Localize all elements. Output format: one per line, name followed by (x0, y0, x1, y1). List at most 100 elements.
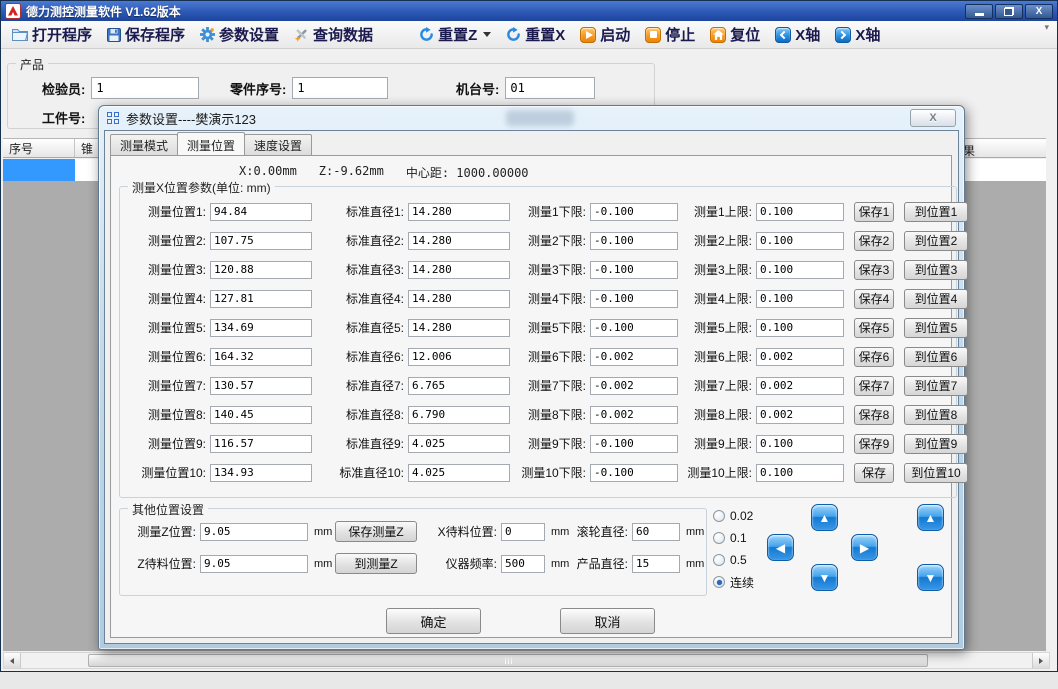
machine-no-input[interactable] (505, 77, 595, 99)
tab-measure-position[interactable]: 测量位置 (177, 132, 245, 155)
reset-x-button[interactable]: 重置X (503, 22, 568, 47)
goto-position-button[interactable]: 到位置6 (904, 347, 968, 367)
save-button[interactable]: 保存9 (854, 434, 894, 454)
measure-position-input[interactable] (210, 290, 312, 308)
jog-z-down-button[interactable]: ▼ (917, 564, 944, 591)
measure-position-input[interactable] (210, 319, 312, 337)
lower-limit-input[interactable] (590, 203, 678, 221)
upper-limit-input[interactable] (756, 319, 844, 337)
part-no-input[interactable] (292, 77, 388, 99)
measure-z-input[interactable] (200, 523, 308, 541)
dialog-close-button[interactable]: X (910, 109, 956, 127)
standard-diameter-input[interactable] (408, 435, 510, 453)
start-button[interactable]: 启动 (577, 22, 633, 47)
standard-diameter-input[interactable] (408, 261, 510, 279)
save-button[interactable]: 保存1 (854, 202, 894, 222)
lower-limit-input[interactable] (590, 464, 678, 482)
goto-position-button[interactable]: 到位置10 (904, 463, 968, 483)
save-button[interactable]: 保存2 (854, 231, 894, 251)
wait-x-input[interactable] (501, 523, 545, 541)
jog-right-button[interactable]: ▶ (851, 534, 878, 561)
standard-diameter-input[interactable] (408, 290, 510, 308)
goto-position-button[interactable]: 到位置7 (904, 376, 968, 396)
save-button[interactable]: 保存5 (854, 318, 894, 338)
lower-limit-input[interactable] (590, 319, 678, 337)
upper-limit-input[interactable] (756, 435, 844, 453)
goto-position-button[interactable]: 到位置8 (904, 405, 968, 425)
measure-position-input[interactable] (210, 261, 312, 279)
scroll-left-arrow[interactable] (4, 653, 21, 668)
lower-limit-input[interactable] (590, 232, 678, 250)
lower-limit-input[interactable] (590, 261, 678, 279)
measure-position-input[interactable] (210, 464, 312, 482)
inspector-input[interactable] (91, 77, 199, 99)
x-axis-right-button[interactable]: X轴 (832, 22, 883, 47)
jog-z-up-button[interactable]: ▲ (917, 504, 944, 531)
goto-position-button[interactable]: 到位置4 (904, 289, 968, 309)
dialog-titlebar[interactable]: 参数设置----樊演示123 X (99, 106, 964, 130)
scrollbar-thumb[interactable] (88, 654, 928, 667)
jog-up-button[interactable]: ▲ (811, 504, 838, 531)
save-measure-z-button[interactable]: 保存测量Z (335, 521, 417, 542)
lower-limit-input[interactable] (590, 435, 678, 453)
upper-limit-input[interactable] (756, 203, 844, 221)
measure-position-input[interactable] (210, 406, 312, 424)
jog-down-button[interactable]: ▼ (811, 564, 838, 591)
save-button[interactable]: 保存7 (854, 376, 894, 396)
standard-diameter-input[interactable] (408, 232, 510, 250)
goto-position-button[interactable]: 到位置3 (904, 260, 968, 280)
goto-measure-z-button[interactable]: 到测量Z (335, 553, 417, 574)
stop-button[interactable]: 停止 (642, 22, 698, 47)
save-button[interactable]: 保存 (854, 463, 894, 483)
measure-position-input[interactable] (210, 377, 312, 395)
radio-button-icon[interactable] (713, 510, 725, 522)
selected-cell[interactable] (3, 159, 75, 181)
save-button[interactable]: 保存8 (854, 405, 894, 425)
upper-limit-input[interactable] (756, 464, 844, 482)
upper-limit-input[interactable] (756, 261, 844, 279)
measure-position-input[interactable] (210, 203, 312, 221)
main-titlebar[interactable]: 德力测控测量软件 V1.62版本 X (1, 1, 1057, 21)
upper-limit-input[interactable] (756, 406, 844, 424)
goto-position-button[interactable]: 到位置9 (904, 434, 968, 454)
standard-diameter-input[interactable] (408, 203, 510, 221)
tab-measure-mode[interactable]: 测量模式 (110, 134, 178, 155)
radio-button-icon[interactable] (713, 554, 725, 566)
save-button[interactable]: 保存3 (854, 260, 894, 280)
radio-option[interactable]: 0.5 (713, 552, 754, 568)
goto-position-button[interactable]: 到位置2 (904, 231, 968, 251)
scroll-right-arrow[interactable] (1032, 653, 1049, 668)
product-dia-input[interactable] (632, 555, 680, 573)
goto-position-button[interactable]: 到位置5 (904, 318, 968, 338)
lower-limit-input[interactable] (590, 406, 678, 424)
lower-limit-input[interactable] (590, 377, 678, 395)
measure-position-input[interactable] (210, 348, 312, 366)
jog-left-button[interactable]: ◀ (767, 534, 794, 561)
param-settings-button[interactable]: 参数设置 (197, 22, 282, 47)
radio-option[interactable]: 0.02 (713, 508, 754, 524)
standard-diameter-input[interactable] (408, 348, 510, 366)
x-axis-left-button[interactable]: X轴 (772, 22, 823, 47)
standard-diameter-input[interactable] (408, 464, 510, 482)
chevron-down-icon[interactable] (483, 32, 491, 37)
standard-diameter-input[interactable] (408, 406, 510, 424)
ok-button[interactable]: 确定 (386, 608, 481, 634)
upper-limit-input[interactable] (756, 348, 844, 366)
standard-diameter-input[interactable] (408, 377, 510, 395)
save-button[interactable]: 保存6 (854, 347, 894, 367)
cancel-button[interactable]: 取消 (560, 608, 655, 634)
standard-diameter-input[interactable] (408, 319, 510, 337)
reset-z-button[interactable]: 重置Z (416, 22, 494, 47)
radio-option[interactable]: 连续 (713, 574, 754, 590)
save-button[interactable]: 保存4 (854, 289, 894, 309)
instrument-freq-input[interactable] (501, 555, 545, 573)
goto-position-button[interactable]: 到位置1 (904, 202, 968, 222)
upper-limit-input[interactable] (756, 232, 844, 250)
measure-position-input[interactable] (210, 435, 312, 453)
tab-speed-settings[interactable]: 速度设置 (244, 134, 312, 155)
lower-limit-input[interactable] (590, 290, 678, 308)
home-reset-button[interactable]: 复位 (707, 22, 763, 47)
radio-option[interactable]: 0.1 (713, 530, 754, 546)
wait-z-input[interactable] (200, 555, 308, 573)
measure-position-input[interactable] (210, 232, 312, 250)
